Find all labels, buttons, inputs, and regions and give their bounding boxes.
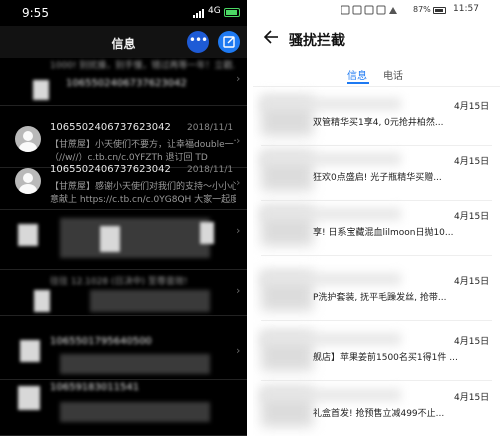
blurred-avatar: [34, 290, 50, 312]
blurred-sender: 1065501795640500: [50, 336, 152, 347]
left-status-bar: 9:55 4G: [0, 0, 247, 26]
blocked-message-item[interactable]: 4月15日 礼盒首发! 抢预售立减499不止...: [253, 381, 500, 436]
thread-preview-line2: 意献上 https://c.tb.cn/c.0YG8QH 大家一起度...: [50, 195, 236, 205]
item-text: 礼盒首发! 抢预售立减499不止...: [313, 409, 445, 419]
chevron-right-icon: ›: [236, 176, 241, 189]
tab-calls[interactable]: 电话: [383, 67, 403, 82]
battery-icon: [433, 7, 446, 14]
blurred-preview: 往往 12.1028 (日决中) 至尊音效!: [50, 277, 188, 287]
blurred-sender: 1065502406737623042: [66, 78, 187, 89]
notification-icons: [340, 5, 397, 15]
item-text: 狂欢0点盛启! 光子瓶精华买赠...: [313, 173, 442, 183]
blurred-content: [60, 354, 210, 374]
chevron-right-icon: ›: [236, 284, 241, 297]
blocked-message-item[interactable]: 4月15日 狂欢0点盛启! 光子瓶精华买赠...: [253, 145, 500, 201]
message-thread-blurred-1[interactable]: 1000! 别扰搡，别手慢，错过再等一年！立戳... 1065502406737…: [0, 58, 247, 106]
blurred-content: [60, 402, 210, 422]
blurred-avatar: [18, 224, 38, 246]
blurred-sender: [261, 153, 401, 165]
item-date: 4月15日: [454, 393, 490, 403]
item-text: 舰店】苹果姜前1500名买1得1件 ...: [313, 353, 458, 363]
chevron-right-icon: ›: [236, 224, 241, 237]
more-options-button[interactable]: •••: [187, 31, 209, 53]
blocked-message-item[interactable]: 4月15日 舰店】苹果姜前1500名买1得1件 ...: [253, 325, 500, 381]
chevron-right-icon: ›: [236, 344, 241, 357]
thread-preview-line1: 【甘蔗屋】小天使们不要方，让幸福double一下: [50, 140, 236, 150]
message-thread-blurred-4[interactable]: 1065501795640500 ›: [0, 330, 247, 380]
item-text: 双管精华买1享4, 0元抢井柏然...: [313, 118, 444, 128]
blurred-avatar: [20, 340, 40, 362]
right-phone-screen: 87% 11:57 骚扰拦截 信息 电话 4月15日 双管精华买1享4, 0元抢…: [253, 0, 500, 436]
item-date: 4月15日: [454, 337, 490, 347]
battery-percent: 87%: [413, 5, 431, 14]
blurred-avatar: [18, 386, 40, 410]
right-status-bar: 87% 11:57: [253, 0, 500, 22]
messages-title: 信息: [111, 37, 136, 51]
tab-messages[interactable]: 信息: [347, 67, 367, 82]
chevron-right-icon: ›: [236, 72, 241, 85]
item-date: 4月15日: [454, 102, 490, 112]
active-tab-indicator: [347, 82, 369, 84]
blurred-content: [200, 222, 214, 244]
blocked-message-item[interactable]: 4月15日 双管精华买1享4, 0元抢井柏然...: [253, 90, 500, 146]
item-date: 4月15日: [454, 277, 490, 287]
page-title: 骚扰拦截: [289, 33, 345, 49]
thread-sender: 1065502406737623042: [50, 122, 171, 133]
item-divider: [261, 320, 492, 321]
blurred-content: [100, 226, 120, 252]
message-thread[interactable]: 1065502406737623042 2018/11/1 【甘蔗屋】小天使们不…: [0, 120, 247, 168]
blocked-message-item[interactable]: 4月15日 享! 日系宝藏混血lilmoon日抛10...: [253, 200, 500, 256]
thread-date: 2018/11/1: [187, 123, 234, 133]
network-type: 4G: [208, 6, 221, 16]
blurred-sender: [261, 98, 401, 110]
left-title-bar: 信息 •••: [0, 26, 247, 58]
item-divider: [261, 255, 492, 256]
item-date: 4月15日: [454, 212, 490, 222]
message-thread[interactable]: 1065502406737623042 2018/11/1 【甘蔗屋】感谢小天使…: [0, 162, 247, 210]
item-text: 享! 日系宝藏混血lilmoon日抛10...: [313, 228, 454, 238]
chevron-right-icon: ›: [236, 134, 241, 147]
thread-date: 2018/11/1: [187, 165, 234, 175]
battery-icon: [224, 8, 240, 17]
blurred-content: [90, 290, 210, 312]
tab-divider: [253, 86, 500, 87]
item-date: 4月15日: [454, 157, 490, 167]
blocked-message-item[interactable]: 4月15日 P洗护套装, 抚平毛躁发丝, 抢带...: [253, 265, 500, 321]
back-arrow-icon[interactable]: [263, 28, 279, 46]
message-thread-blurred-2[interactable]: ›: [0, 210, 247, 270]
contact-avatar-icon: [15, 168, 41, 194]
status-icons: [340, 5, 401, 17]
message-thread-blurred-3[interactable]: 往往 12.1028 (日决中) 至尊音效! ›: [0, 270, 247, 316]
signal-icon: [193, 9, 204, 18]
blurred-sender: [261, 389, 401, 401]
blurred-sender: [261, 333, 401, 345]
compose-button[interactable]: [218, 31, 240, 53]
blurred-avatar: [33, 80, 49, 100]
blurred-sender: [261, 273, 401, 285]
thread-preview: 1000! 别扰搡，别手慢，错过再等一年！立戳...: [50, 61, 236, 71]
item-text: P洗护套装, 抚平毛躁发丝, 抢带...: [313, 293, 447, 303]
right-status-time: 11:57: [453, 4, 479, 14]
blurred-sender: [261, 208, 401, 220]
left-status-time: 9:55: [22, 6, 49, 20]
contact-avatar-icon: [15, 126, 41, 152]
left-phone-screen: 9:55 4G 信息 ••• 1000! 别扰搡，别手慢，错过再等一年！立戳..…: [0, 0, 247, 436]
thread-preview-line1: 【甘蔗屋】感谢小天使们对我们的支持～小小心: [50, 182, 236, 192]
blurred-content: [60, 218, 210, 258]
message-thread-blurred-5[interactable]: 10659183011541: [0, 380, 247, 436]
blurred-sender: 10659183011541: [50, 382, 140, 393]
thread-sender: 1065502406737623042: [50, 164, 171, 175]
compose-icon: [223, 36, 235, 48]
